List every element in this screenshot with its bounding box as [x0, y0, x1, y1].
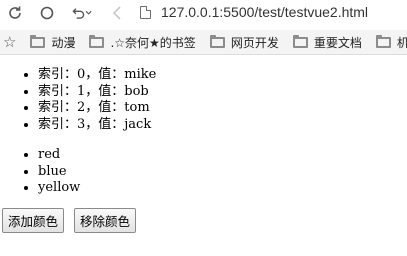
- list-item: blue: [38, 164, 407, 181]
- bookmark-label: 机器: [397, 34, 407, 51]
- index-value-list: 索引：0，值：mike 索引：1，值：bob 索引：2，值：tom 索引：3，值…: [0, 67, 407, 133]
- button-row: 添加颜色 移除颜色: [2, 207, 407, 233]
- add-color-button[interactable]: 添加颜色: [2, 207, 65, 233]
- page-content: 索引：0，值：mike 索引：1，值：bob 索引：2，值：tom 索引：3，值…: [0, 58, 407, 256]
- list-item: 索引：0，值：mike: [38, 67, 407, 84]
- history-back-icon[interactable]: [70, 2, 92, 24]
- bookmark-label: 重要文档: [313, 35, 362, 50]
- bookmarks-bar: ☆ 动漫 .☆奈何★的书签 网页开发 重要文档 机器: [0, 30, 407, 55]
- bookmark-label: 网页开发: [230, 35, 279, 50]
- page-icon: [140, 5, 151, 19]
- folder-icon: [30, 34, 46, 48]
- bookmark-folder[interactable]: 重要文档: [292, 34, 362, 51]
- list-item: red: [38, 147, 407, 164]
- back-icon[interactable]: [106, 2, 128, 24]
- bookmark-folder[interactable]: 动漫: [30, 34, 75, 51]
- folder-icon: [209, 34, 225, 48]
- color-list: red blue yellow: [0, 147, 407, 197]
- bookmark-folder[interactable]: 机器: [375, 34, 407, 51]
- remove-color-button[interactable]: 移除颜色: [74, 207, 137, 233]
- list-item: 索引：2，值：tom: [38, 100, 407, 117]
- folder-icon: [89, 34, 105, 48]
- bookmark-folder[interactable]: .☆奈何★的书签: [89, 34, 196, 51]
- address-bar[interactable]: 127.0.0.1:5500/test/testvue2.html: [140, 2, 368, 22]
- reload-icon[interactable]: [36, 2, 58, 24]
- bookmark-folder[interactable]: 网页开发: [209, 34, 279, 51]
- bookmark-label: .☆奈何★的书签: [110, 35, 196, 50]
- reload-icon[interactable]: [4, 2, 26, 24]
- list-item: 索引：1，值：bob: [38, 84, 407, 101]
- folder-icon: [292, 34, 308, 48]
- folder-icon: [375, 34, 391, 48]
- url-text[interactable]: 127.0.0.1:5500/test/testvue2.html: [161, 4, 368, 20]
- bookmark-label: 动漫: [51, 35, 76, 50]
- star-icon[interactable]: ☆: [3, 34, 16, 50]
- list-item: yellow: [38, 180, 407, 197]
- list-item: 索引：3，值：jack: [38, 117, 407, 134]
